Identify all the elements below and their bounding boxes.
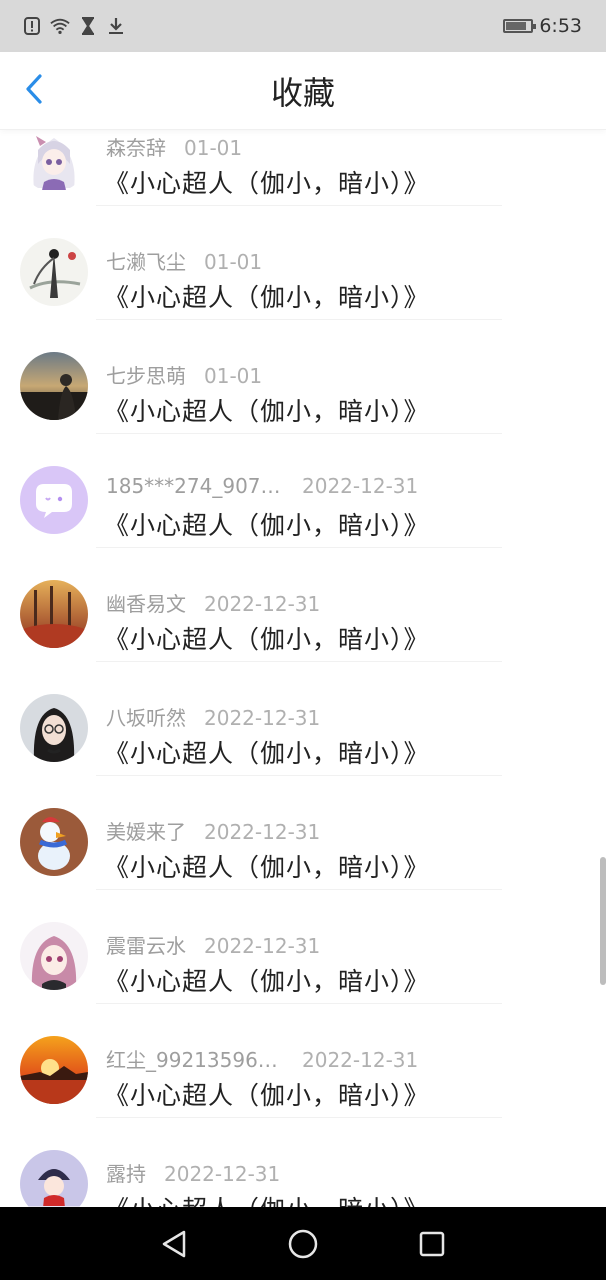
battery-icon (503, 19, 537, 33)
user-name[interactable]: 露持 (106, 1158, 146, 1187)
item-date: 01-01 (204, 250, 263, 274)
user-name[interactable]: 红尘_992135968... (106, 1044, 284, 1073)
item-meta: 震雷云水 2022-12-31 (106, 930, 320, 959)
favorite-item[interactable]: 美媛来了 2022-12-31 《小心超人（伽小，暗小）》 (0, 776, 606, 890)
item-title[interactable]: 《小心超人（伽小，暗小）》 (104, 506, 430, 542)
item-meta: 幽香易文 2022-12-31 (106, 588, 320, 617)
favorite-item[interactable]: 七濑飞尘 01-01 《小心超人（伽小，暗小）》 (0, 206, 606, 320)
status-right: 6:53 (503, 15, 582, 37)
item-title[interactable]: 《小心超人（伽小，暗小）》 (104, 1076, 430, 1112)
user-name[interactable]: 七濑飞尘 (106, 246, 186, 275)
user-name[interactable]: 美媛来了 (106, 816, 186, 845)
item-date: 2022-12-31 (204, 706, 321, 730)
item-title[interactable]: 《小心超人（伽小，暗小）》 (104, 848, 430, 884)
item-meta: 七濑飞尘 01-01 (106, 246, 262, 275)
item-title[interactable]: 《小心超人（伽小，暗小）》 (104, 1190, 430, 1207)
download-icon (106, 16, 126, 36)
nav-home-button[interactable] (281, 1222, 325, 1266)
screen: 6:53 收藏 森奈辞 01-01 《小心超人（伽小，暗小）》 七濑飞尘 01-01 《小… (0, 0, 606, 1280)
nav-back-button[interactable] (152, 1222, 196, 1266)
avatar[interactable] (20, 808, 88, 876)
avatar[interactable] (20, 694, 88, 762)
avatar[interactable] (20, 130, 88, 192)
favorite-item[interactable]: 红尘_992135968... 2022-12-31 《小心超人（伽小，暗小）》 (0, 1004, 606, 1118)
home-circle-icon (288, 1229, 318, 1258)
item-date: 2022-12-31 (302, 474, 419, 498)
item-title[interactable]: 《小心超人（伽小，暗小）》 (104, 164, 430, 200)
user-name[interactable]: 幽香易文 (106, 588, 186, 617)
item-date: 01-01 (184, 136, 243, 160)
alert-icon (22, 16, 42, 36)
item-meta: 森奈辞 01-01 (106, 132, 242, 161)
item-title[interactable]: 《小心超人（伽小，暗小）》 (104, 620, 430, 656)
chevron-left-icon (25, 74, 43, 108)
avatar[interactable] (20, 580, 88, 648)
user-name[interactable]: 八坂听然 (106, 702, 186, 731)
clock-time: 6:53 (539, 15, 582, 37)
avatar[interactable] (20, 1036, 88, 1104)
item-date: 2022-12-31 (204, 934, 321, 958)
item-meta: 185***274_9078... 2022-12-31 (106, 474, 418, 498)
system-nav-bar (0, 1207, 606, 1280)
back-triangle-icon (163, 1230, 186, 1257)
hourglass-icon (78, 16, 98, 36)
avatar[interactable] (20, 466, 88, 534)
avatar[interactable] (20, 352, 88, 420)
app-header: 收藏 (0, 52, 606, 130)
favorite-item[interactable]: 森奈辞 01-01 《小心超人（伽小，暗小）》 (0, 130, 606, 206)
item-title[interactable]: 《小心超人（伽小，暗小）》 (104, 278, 430, 314)
item-meta: 七步思萌 01-01 (106, 360, 262, 389)
favorite-item[interactable]: 幽香易文 2022-12-31 《小心超人（伽小，暗小）》 (0, 548, 606, 662)
item-meta: 红尘_992135968... 2022-12-31 (106, 1044, 418, 1073)
item-date: 2022-12-31 (204, 820, 321, 844)
item-date: 2022-12-31 (204, 592, 321, 616)
favorite-item[interactable]: 七步思萌 01-01 《小心超人（伽小，暗小）》 (0, 320, 606, 434)
status-bar: 6:53 (0, 0, 606, 52)
favorite-item[interactable]: 八坂听然 2022-12-31 《小心超人（伽小，暗小）》 (0, 662, 606, 776)
user-name[interactable]: 七步思萌 (106, 360, 186, 389)
item-date: 01-01 (204, 364, 263, 388)
favorite-item[interactable]: 露持 2022-12-31 《小心超人（伽小，暗小）》 (0, 1118, 606, 1207)
item-meta: 美媛来了 2022-12-31 (106, 816, 320, 845)
item-date: 2022-12-31 (164, 1162, 281, 1186)
user-name[interactable]: 185***274_9078... (106, 474, 284, 498)
battery-level-fill (506, 22, 526, 30)
favorite-item[interactable]: 185***274_9078... 2022-12-31 《小心超人（伽小，暗小）》 (0, 434, 606, 548)
item-title[interactable]: 《小心超人（伽小，暗小）》 (104, 392, 430, 428)
item-meta: 八坂听然 2022-12-31 (106, 702, 320, 731)
user-name[interactable]: 震雷云水 (106, 930, 186, 959)
item-meta: 露持 2022-12-31 (106, 1158, 280, 1187)
back-button[interactable] (18, 74, 50, 108)
favorites-list[interactable]: 森奈辞 01-01 《小心超人（伽小，暗小）》 七濑飞尘 01-01 《小心超人（伽小，暗… (0, 130, 606, 1207)
scrollbar[interactable] (600, 857, 606, 985)
avatar[interactable] (20, 238, 88, 306)
avatar[interactable] (20, 922, 88, 990)
wifi-icon (50, 16, 70, 36)
recents-square-icon (419, 1231, 444, 1256)
avatar[interactable] (20, 1150, 88, 1207)
nav-recents-button[interactable] (410, 1222, 454, 1266)
page-title: 收藏 (270, 73, 335, 112)
user-name[interactable]: 森奈辞 (106, 132, 166, 161)
favorites-list-content: 森奈辞 01-01 《小心超人（伽小，暗小）》 七濑飞尘 01-01 《小心超人（伽小，暗… (0, 130, 606, 1207)
item-date: 2022-12-31 (302, 1048, 419, 1072)
status-icons-left (22, 16, 126, 36)
item-title[interactable]: 《小心超人（伽小，暗小）》 (104, 962, 430, 998)
item-title[interactable]: 《小心超人（伽小，暗小）》 (104, 734, 430, 770)
favorite-item[interactable]: 震雷云水 2022-12-31 《小心超人（伽小，暗小）》 (0, 890, 606, 1004)
